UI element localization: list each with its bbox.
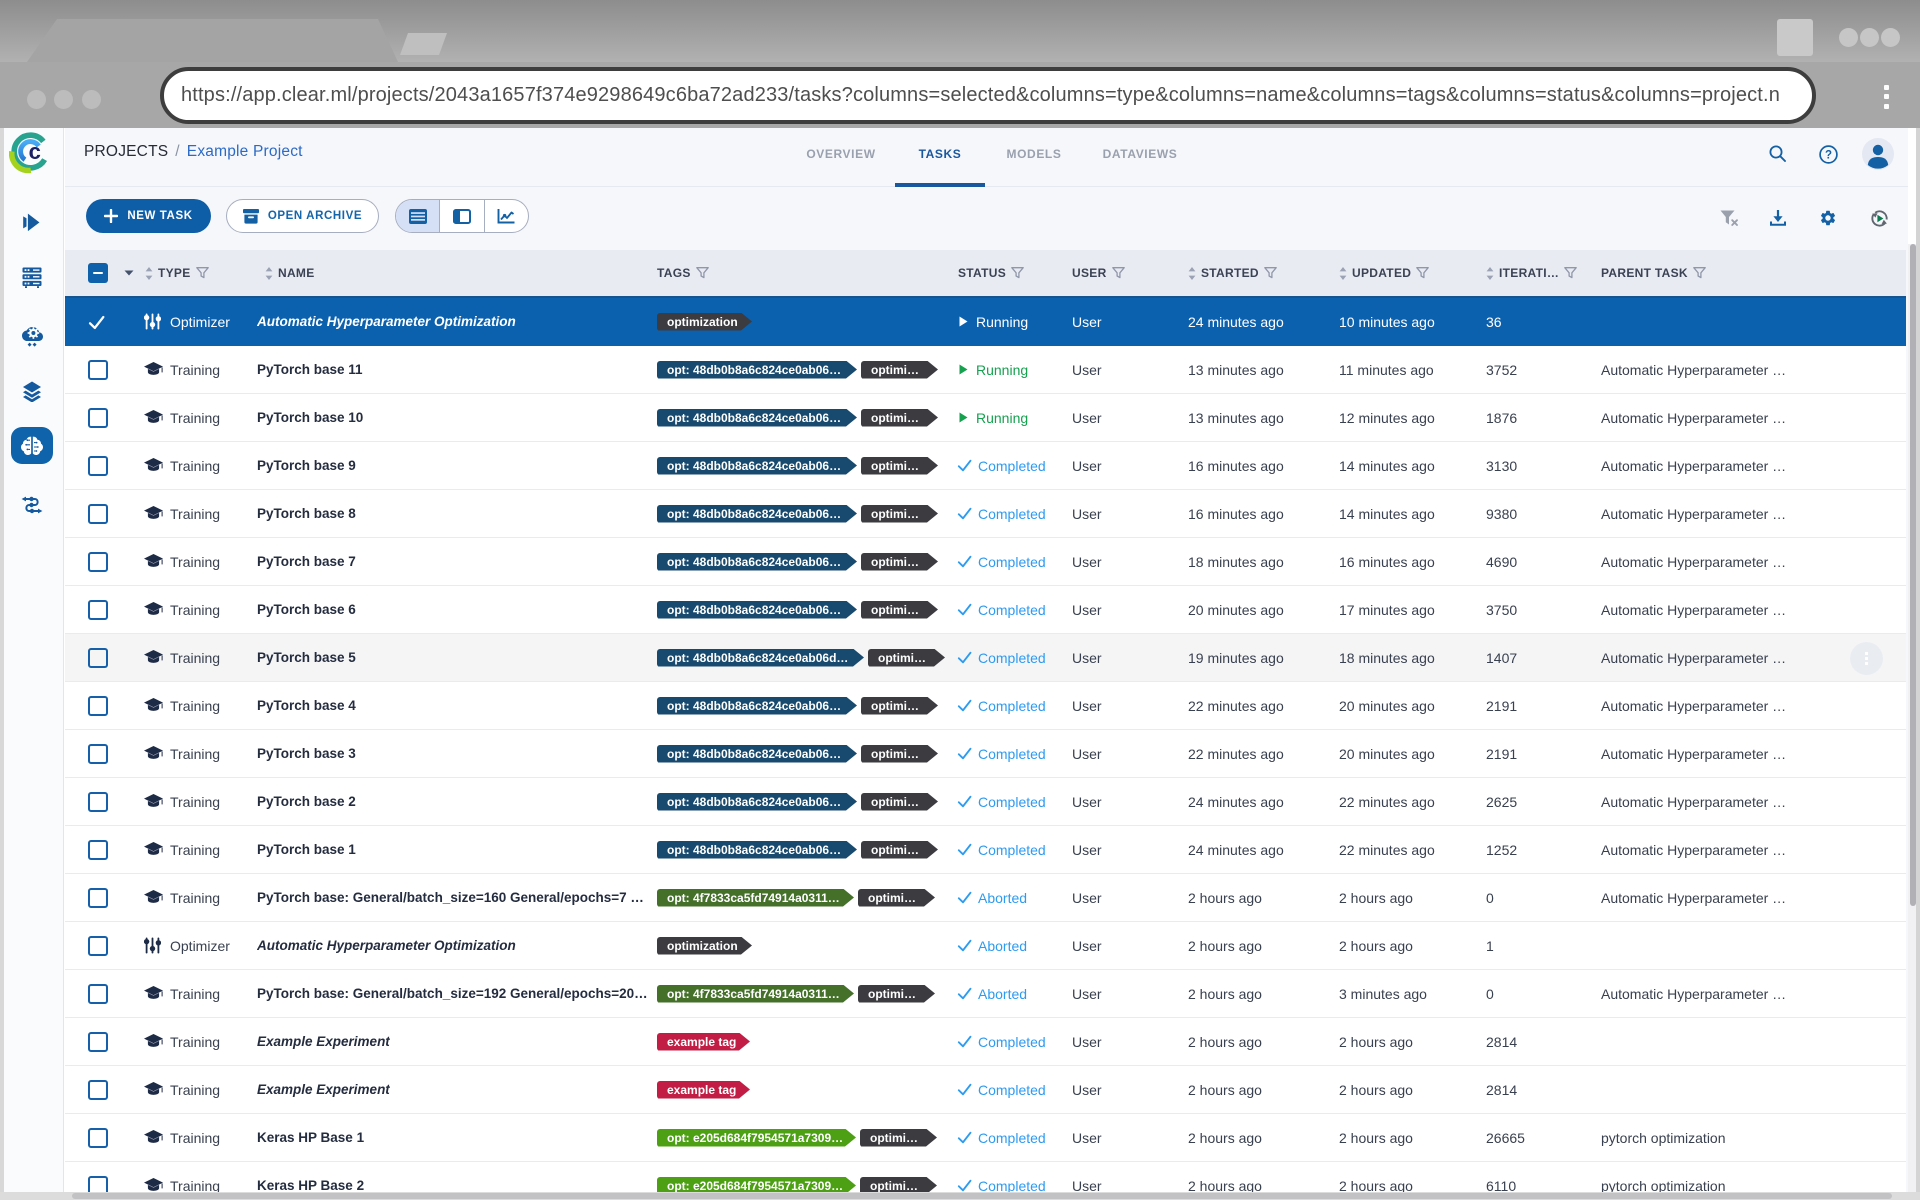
svg-text:c: c — [29, 139, 41, 164]
svg-text:?: ? — [1825, 150, 1832, 162]
